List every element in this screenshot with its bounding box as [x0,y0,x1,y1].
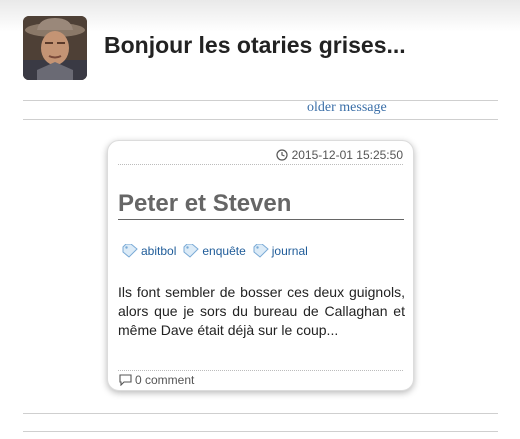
comments-link[interactable]: 0 comment [119,373,194,387]
older-message-link[interactable]: older message [307,100,387,116]
card-divider-footer [118,370,403,371]
card-divider-date [118,164,403,165]
tag-journal[interactable]: journal [253,244,308,258]
tag-label: journal [271,244,308,258]
tag-label: abitbol [141,244,177,258]
site-title[interactable]: Bonjour les otaries grises... [104,32,406,59]
post-date: 2015-12-01 15:25:50 [275,148,403,162]
post-card: 2015-12-01 15:25:50 Peter et Steven abit… [107,140,414,391]
divider-footer [23,431,498,432]
speech-bubble-icon [119,374,132,386]
divider-top [23,100,498,101]
divider-bottom [23,413,498,414]
tag-list: abitbol enquête journal [122,244,308,258]
tag-label: enquête [202,244,246,258]
tag-enquete[interactable]: enquête [183,244,246,258]
avatar [23,16,87,80]
tag-icon [183,244,200,258]
post-excerpt: Ils font sembler de bosser ces deux guig… [118,284,405,338]
post-title[interactable]: Peter et Steven [118,190,404,220]
tag-abitbol[interactable]: abitbol [122,244,176,258]
comments-count: 0 comment [135,373,195,387]
post-date-text: 2015-12-01 15:25:50 [291,148,403,162]
tag-icon [122,244,139,258]
clock-icon [275,149,288,161]
divider-nav [23,119,498,120]
tag-icon [253,244,270,258]
